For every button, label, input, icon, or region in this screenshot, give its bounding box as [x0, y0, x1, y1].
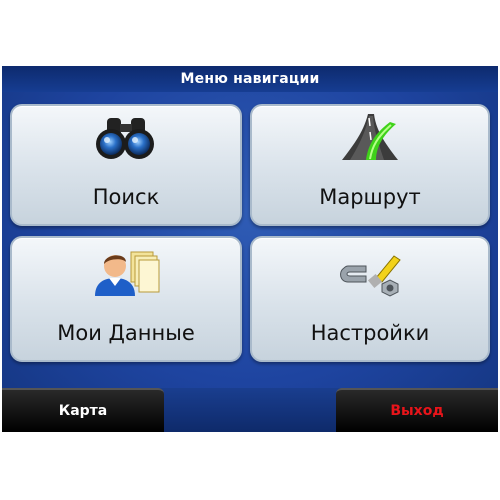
- route-label: Маршрут: [319, 185, 421, 209]
- settings-tile-button[interactable]: Настройки: [250, 236, 490, 362]
- search-tile-button[interactable]: Поиск: [10, 104, 242, 226]
- page-title: Меню навигации: [180, 71, 320, 87]
- map-button[interactable]: Карта: [2, 388, 164, 432]
- exit-button-label: Выход: [390, 403, 444, 419]
- road-route-icon: [342, 114, 398, 160]
- user-documents-icon: [95, 251, 160, 296]
- binoculars-icon: [96, 118, 154, 159]
- my-data-tile-button[interactable]: Мои Данные: [10, 236, 242, 362]
- map-button-label: Карта: [58, 403, 108, 419]
- settings-label: Настройки: [310, 321, 430, 345]
- title-bar: Меню навигации: [2, 66, 498, 92]
- search-label: Поиск: [92, 185, 160, 209]
- exit-button[interactable]: Выход: [336, 388, 498, 432]
- route-tile-button[interactable]: Маршрут: [250, 104, 490, 226]
- my-data-label: Мои Данные: [57, 321, 195, 345]
- navigation-menu-screen: Меню навигации Поиск Маршрут Мои Данные …: [2, 66, 498, 432]
- wrench-nut-icon: [340, 255, 401, 297]
